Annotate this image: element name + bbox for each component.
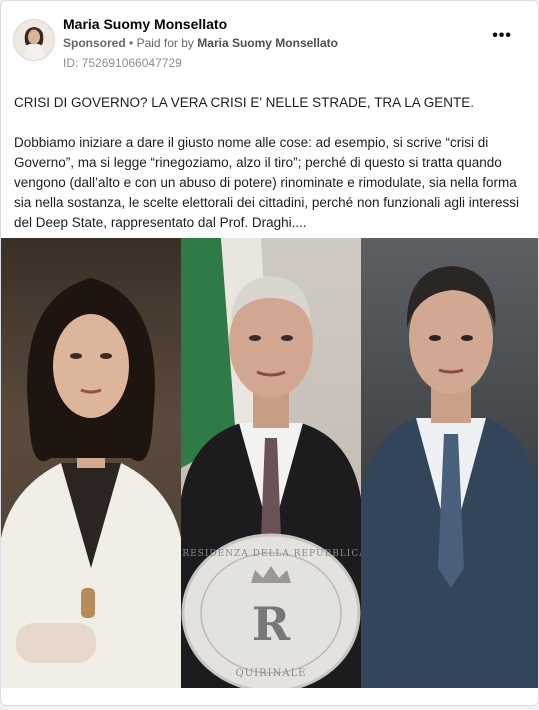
paid-for-prefix: Paid for by — [136, 36, 194, 50]
more-horizontal-icon: ••• — [492, 27, 512, 44]
post-header: Maria Suomy Monsellato Sponsored • Paid … — [13, 13, 526, 71]
sponsored-label: Sponsored — [63, 36, 126, 50]
sponsored-post-card: Maria Suomy Monsellato Sponsored • Paid … — [0, 0, 539, 706]
seal-text-bottom: QUIRINALE — [236, 668, 307, 679]
seal-text-top: PRESIDENZA DELLA REPUBBLICA — [181, 549, 361, 559]
portrait-man-right — [361, 238, 538, 688]
author-name[interactable]: Maria Suomy Monsellato — [63, 16, 227, 32]
portrait-man-center: R PRESIDENZA DELLA REPUBBLICA QUIRINALE — [181, 238, 361, 688]
post-image[interactable]: R PRESIDENZA DELLA REPUBBLICA QUIRINALE — [1, 238, 538, 688]
post-headline: CRISI DI GOVERNO? LA VERA CRISI E' NELLE… — [14, 95, 474, 110]
post-text: CRISI DI GOVERNO? LA VERA CRISI E' NELLE… — [14, 93, 529, 233]
seal-monogram: R — [252, 597, 291, 651]
post-body: Dobbiamo iniziare a dare il giusto nome … — [14, 135, 520, 230]
avatar-portrait — [14, 20, 54, 60]
paid-for-by-name: Maria Suomy Monsellato — [197, 36, 338, 50]
meta-separator: • — [129, 36, 134, 50]
more-options-button[interactable]: ••• — [492, 27, 512, 45]
portrait-woman — [1, 238, 181, 688]
author-avatar[interactable] — [13, 19, 55, 61]
ad-id: ID: 752691066047729 — [63, 56, 182, 70]
post-meta: Sponsored • Paid for by Maria Suomy Mons… — [63, 36, 338, 50]
